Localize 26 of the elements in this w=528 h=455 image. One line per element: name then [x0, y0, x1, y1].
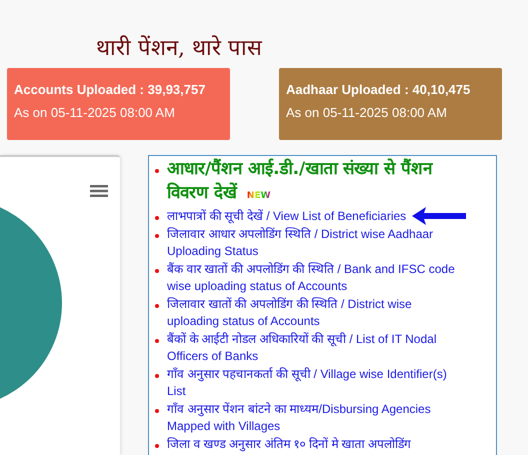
bullet-icon	[155, 234, 159, 238]
stat-heading: Accounts Uploaded : 39,93,757	[14, 82, 206, 97]
bullet-icon	[155, 169, 159, 173]
report-link[interactable]: गाँव अनुसार पेंशन बांटने का माध्यम/Disbursing Agencies Mapped with Villages	[167, 400, 467, 436]
bullet-icon	[155, 338, 159, 342]
bullet-icon	[155, 216, 159, 220]
pension-lookup-link[interactable]: आधार/पैंशन आई.डी./खाता संख्या से पैंशन विवरण देखें NEW	[167, 157, 457, 208]
stat-date: As on 05-11-2025 08:00 AM	[14, 105, 176, 120]
bullet-icon	[155, 374, 159, 378]
left-arrow-icon	[412, 207, 466, 225]
report-link[interactable]: गाँव अनुसार पहचानकर्ता की सूची / Village wise Identifier(s) List	[167, 366, 467, 400]
page-title: थारी पेंशन, थारे पास	[95, 34, 262, 63]
new-badge: NEW	[246, 191, 271, 201]
report-link[interactable]: बैंक वार खातों की अपलोडिंग की स्थिति / Bank and IFSC code wise uploading status of Accounts	[167, 260, 467, 296]
bullet-icon	[155, 304, 159, 308]
report-link[interactable]: बैंकों के आईटी नोडल अधिकारियों की सूची / List of IT Nodal Officers of Banks	[167, 330, 467, 366]
bullet-icon	[155, 444, 159, 448]
report-link[interactable]: जिला व खण्ड अनुसार अंतिम १० दिनों मे खाता अपलोडिंग	[167, 436, 412, 453]
report-link[interactable]: जिलावार आधार अपलोडिंग स्थिति / District wise Aadhaar Uploading Status	[167, 226, 467, 260]
bullet-icon	[155, 408, 159, 412]
stat-date: As on 05-11-2025 08:00 AM	[286, 105, 448, 120]
bullet-icon	[155, 268, 159, 272]
report-link[interactable]: लाभपात्रों की सूची देखें / View List of Beneficiaries	[167, 208, 406, 226]
stat-heading: Aadhaar Uploaded : 40,10,475	[286, 82, 472, 97]
report-link[interactable]: जिलावार खातों की अपलोडिंग की स्थिति / District wise uploading status of Accounts	[167, 296, 467, 330]
menu-icon[interactable]	[90, 185, 108, 197]
